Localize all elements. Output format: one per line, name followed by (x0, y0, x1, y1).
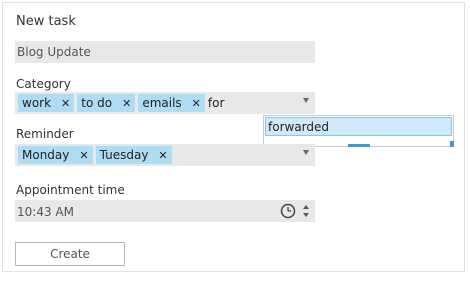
close-icon[interactable]: ✕ (79, 149, 88, 162)
appointment-label: Appointment time (16, 183, 125, 197)
chevron-down-icon[interactable] (303, 98, 309, 103)
create-button[interactable]: Create (15, 242, 125, 266)
subject-value: Blog Update (17, 45, 91, 59)
close-icon[interactable]: ✕ (122, 97, 131, 110)
form-title: New task (16, 14, 76, 29)
reminder-tag-label: Monday (22, 148, 70, 162)
spin-up-icon[interactable] (303, 205, 309, 209)
category-tag: work ✕ (18, 94, 75, 112)
reminder-tag: Tuesday ✕ (95, 146, 172, 164)
close-icon[interactable]: ✕ (158, 149, 167, 162)
suggestion-item[interactable]: forwarded (265, 117, 452, 136)
appointment-time-input[interactable]: 10:43 AM (15, 200, 315, 222)
category-tag: emails ✕ (138, 94, 205, 112)
category-tag-label: to do (81, 96, 113, 110)
category-tag-input[interactable]: work ✕ to do ✕ emails ✕ for (15, 92, 315, 114)
subject-input[interactable]: Blog Update (15, 41, 315, 63)
clock-icon[interactable] (280, 203, 296, 219)
reminder-tag-input[interactable]: Monday ✕ Tuesday ✕ (15, 144, 315, 166)
chevron-down-icon[interactable] (303, 150, 309, 155)
reminder-label: Reminder (16, 127, 74, 141)
category-label: Category (16, 77, 71, 91)
close-icon[interactable]: ✕ (192, 97, 201, 110)
reminder-tag: Monday ✕ (18, 146, 93, 164)
category-tag: to do ✕ (77, 94, 136, 112)
close-icon[interactable]: ✕ (61, 97, 70, 110)
spin-down-icon[interactable] (303, 213, 309, 217)
category-suggestion-popup: forwarded (263, 115, 454, 147)
category-typed-text[interactable]: for (208, 96, 225, 110)
category-tag-label: emails (142, 96, 182, 110)
new-task-panel: New task Blog Update Category work ✕ to … (2, 2, 465, 272)
category-tag-label: work (22, 96, 52, 110)
appointment-time-value: 10:43 AM (17, 205, 74, 219)
popup-scroll-indicator (348, 144, 370, 147)
reminder-tag-label: Tuesday (99, 148, 149, 162)
popup-resize-handle[interactable] (450, 141, 454, 147)
